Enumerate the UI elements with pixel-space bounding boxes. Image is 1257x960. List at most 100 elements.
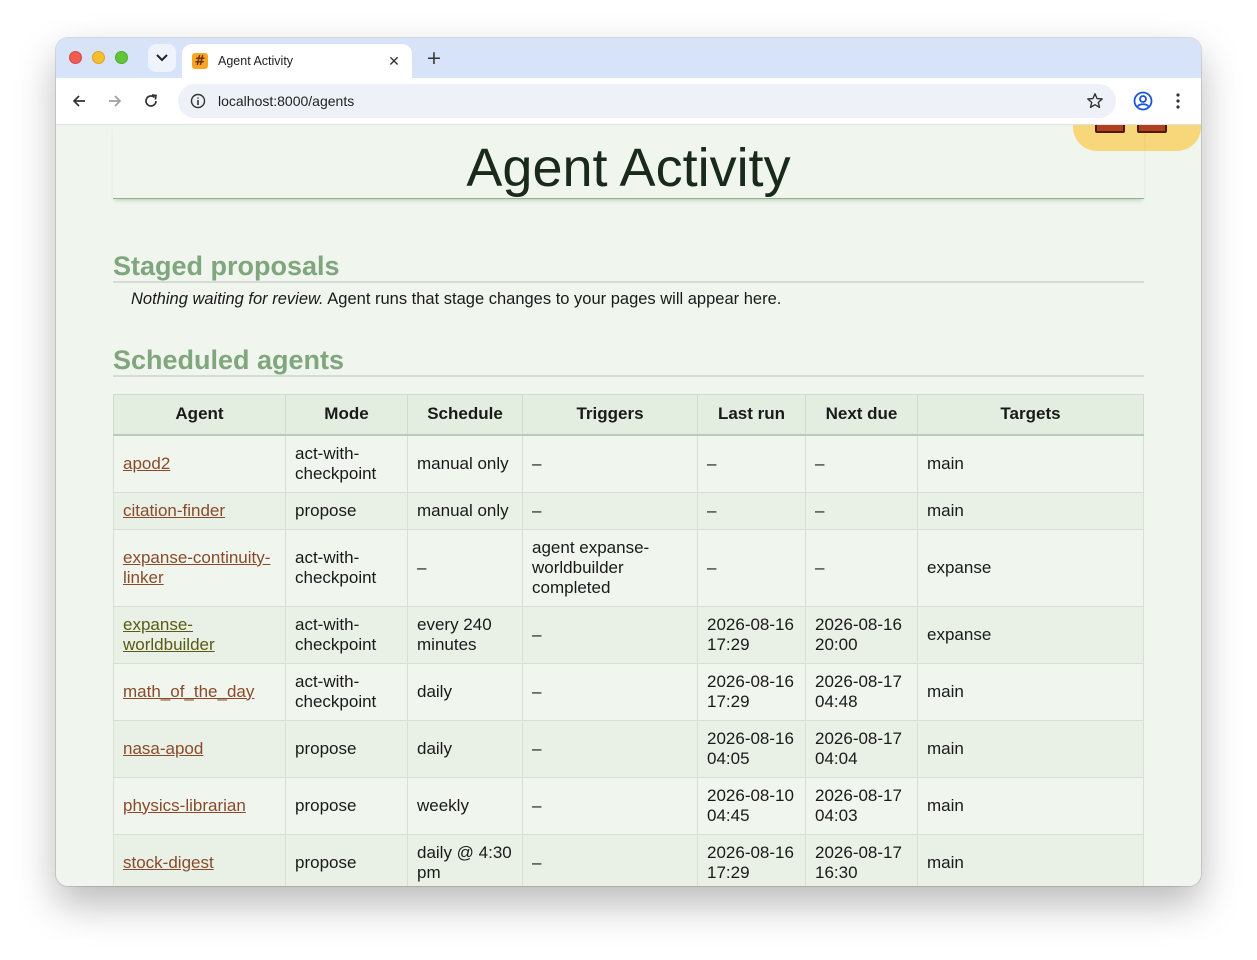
next-due-cell: – [805, 434, 918, 493]
browser-toolbar: localhost:8000/agents [56, 78, 1201, 125]
forward-button[interactable] [104, 90, 126, 112]
reload-button[interactable] [140, 90, 162, 112]
close-icon[interactable]: ✕ [386, 53, 402, 70]
close-window-button[interactable] [69, 51, 82, 64]
column-header-schedule: Schedule [407, 394, 523, 436]
triggers-cell: – [522, 605, 698, 664]
mode-cell: act-with-checkpoint [285, 662, 408, 721]
staged-empty-text: Agent runs that stage changes to your pa… [323, 290, 782, 308]
triggers-cell: – [522, 662, 698, 721]
tab-strip: # Agent Activity ✕ + [56, 38, 1201, 78]
mode-cell: act-with-checkpoint [285, 434, 408, 493]
agent-cell: expanse-continuity-linker [113, 528, 286, 607]
table-row: expanse-continuity-linker act-with-checkp… [113, 528, 1144, 607]
next-due-cell: 2026-08-16 20:00 [805, 605, 918, 664]
active-tab[interactable]: # Agent Activity ✕ [182, 44, 412, 78]
mode-cell: propose [285, 833, 408, 886]
agent-cell: stock-digest [113, 833, 286, 886]
schedule-cell: every 240 minutes [407, 605, 523, 664]
mode-cell: act-with-checkpoint [285, 605, 408, 664]
reload-icon [145, 94, 157, 107]
agent-link[interactable]: apod2 [123, 454, 170, 473]
tab-dropdown-icon [156, 54, 168, 62]
agent-link[interactable]: expanse-continuity-linker [123, 548, 270, 587]
table-row: citation-finder propose manual only – – – main [113, 491, 1144, 530]
mode-cell: propose [285, 491, 408, 530]
next-due-cell: 2026-08-17 04:03 [805, 776, 918, 835]
mode-cell: propose [285, 719, 408, 778]
table-header-row: Agent Mode Schedule Triggers Last run Ne… [113, 394, 1144, 436]
table-row: apod2 act-with-checkpoint manual only – – – ma… [113, 434, 1144, 493]
agent-link[interactable]: expanse-worldbuilder [123, 615, 215, 654]
triggers-cell: – [522, 833, 698, 886]
schedule-cell: manual only [407, 434, 523, 493]
triggers-cell: – [522, 491, 698, 530]
back-button[interactable] [68, 90, 90, 112]
targets-cell: main [917, 662, 1144, 721]
agent-link[interactable]: physics-librarian [123, 796, 246, 815]
targets-cell: expanse [917, 528, 1144, 607]
column-header-last-run: Last run [697, 394, 806, 436]
targets-cell: main [917, 833, 1144, 886]
triggers-cell: – [522, 719, 698, 778]
table-row: stock-digest propose daily @ 4:30 pm –2026-… [113, 833, 1144, 886]
address-bar[interactable]: localhost:8000/agents [178, 84, 1116, 118]
profile-icon[interactable] [1132, 90, 1154, 112]
last-run-cell: 2026-08-10 04:45 [697, 776, 806, 835]
next-due-cell: – [805, 491, 918, 530]
last-run-cell: 2026-08-16 17:29 [697, 833, 806, 886]
favicon-icon: # [192, 53, 208, 69]
next-due-cell: 2026-08-17 04:48 [805, 662, 918, 721]
mode-cell: act-with-checkpoint [285, 528, 408, 607]
schedule-cell: – [407, 528, 523, 607]
browser-menu-button[interactable] [1168, 90, 1188, 112]
forward-arrow-icon [109, 95, 122, 107]
column-header-mode: Mode [285, 394, 408, 436]
column-header-triggers: Triggers [522, 394, 698, 436]
agent-cell: nasa-apod [113, 719, 286, 778]
next-due-cell: 2026-08-17 16:30 [805, 833, 918, 886]
column-header-targets: Targets [917, 394, 1144, 436]
agent-link[interactable]: nasa-apod [123, 739, 203, 758]
last-run-cell: 2026-08-16 17:29 [697, 605, 806, 664]
agent-link[interactable]: citation-finder [123, 501, 225, 520]
page-viewport: Agent Activity Staged proposals Nothing … [56, 125, 1201, 886]
back-arrow-icon [72, 95, 85, 107]
table-row: math_of_the_day act-with-checkpoint daily –… [113, 662, 1144, 721]
agent-cell: apod2 [113, 434, 286, 493]
agent-link[interactable]: math_of_the_day [123, 682, 254, 701]
staged-proposals-heading: Staged proposals [113, 251, 1144, 283]
targets-cell: expanse [917, 605, 1144, 664]
last-run-cell: 2026-08-16 17:29 [697, 662, 806, 721]
column-header-agent: Agent [113, 394, 286, 436]
next-due-cell: – [805, 528, 918, 607]
page-title: Agent Activity [113, 125, 1144, 199]
targets-cell: main [917, 719, 1144, 778]
site-info-icon[interactable] [190, 93, 206, 109]
agent-cell: math_of_the_day [113, 662, 286, 721]
schedule-cell: daily @ 4:30 pm [407, 833, 523, 886]
targets-cell: main [917, 776, 1144, 835]
staged-empty-message: Nothing waiting for review. Agent runs t… [113, 289, 1144, 309]
next-due-cell: 2026-08-17 04:04 [805, 719, 918, 778]
last-run-cell: – [697, 528, 806, 607]
schedule-cell: manual only [407, 491, 523, 530]
schedule-cell: daily [407, 719, 523, 778]
triggers-cell: agent expanse-worldbuilder completed [522, 528, 698, 607]
table-row: expanse-worldbuilder act-with-checkpoint e… [113, 605, 1144, 664]
new-tab-button[interactable]: + [422, 46, 446, 70]
agent-cell: physics-librarian [113, 776, 286, 835]
minimize-window-button[interactable] [92, 51, 105, 64]
scheduled-agents-heading: Scheduled agents [113, 345, 1144, 377]
agent-cell: citation-finder [113, 491, 286, 530]
table-row: nasa-apod propose daily –2026-08-16 04:05 20… [113, 719, 1144, 778]
maximize-window-button[interactable] [115, 51, 128, 64]
scheduled-agents-table: Agent Mode Schedule Triggers Last run Ne… [113, 394, 1144, 886]
column-header-next-due: Next due [805, 394, 918, 436]
tab-search-button[interactable] [148, 44, 176, 72]
targets-cell: main [917, 434, 1144, 493]
table-body: apod2 act-with-checkpoint manual only – – – ma… [113, 434, 1144, 886]
schedule-cell: daily [407, 662, 523, 721]
agent-link[interactable]: stock-digest [123, 853, 214, 872]
bookmark-star-icon[interactable] [1086, 92, 1104, 110]
